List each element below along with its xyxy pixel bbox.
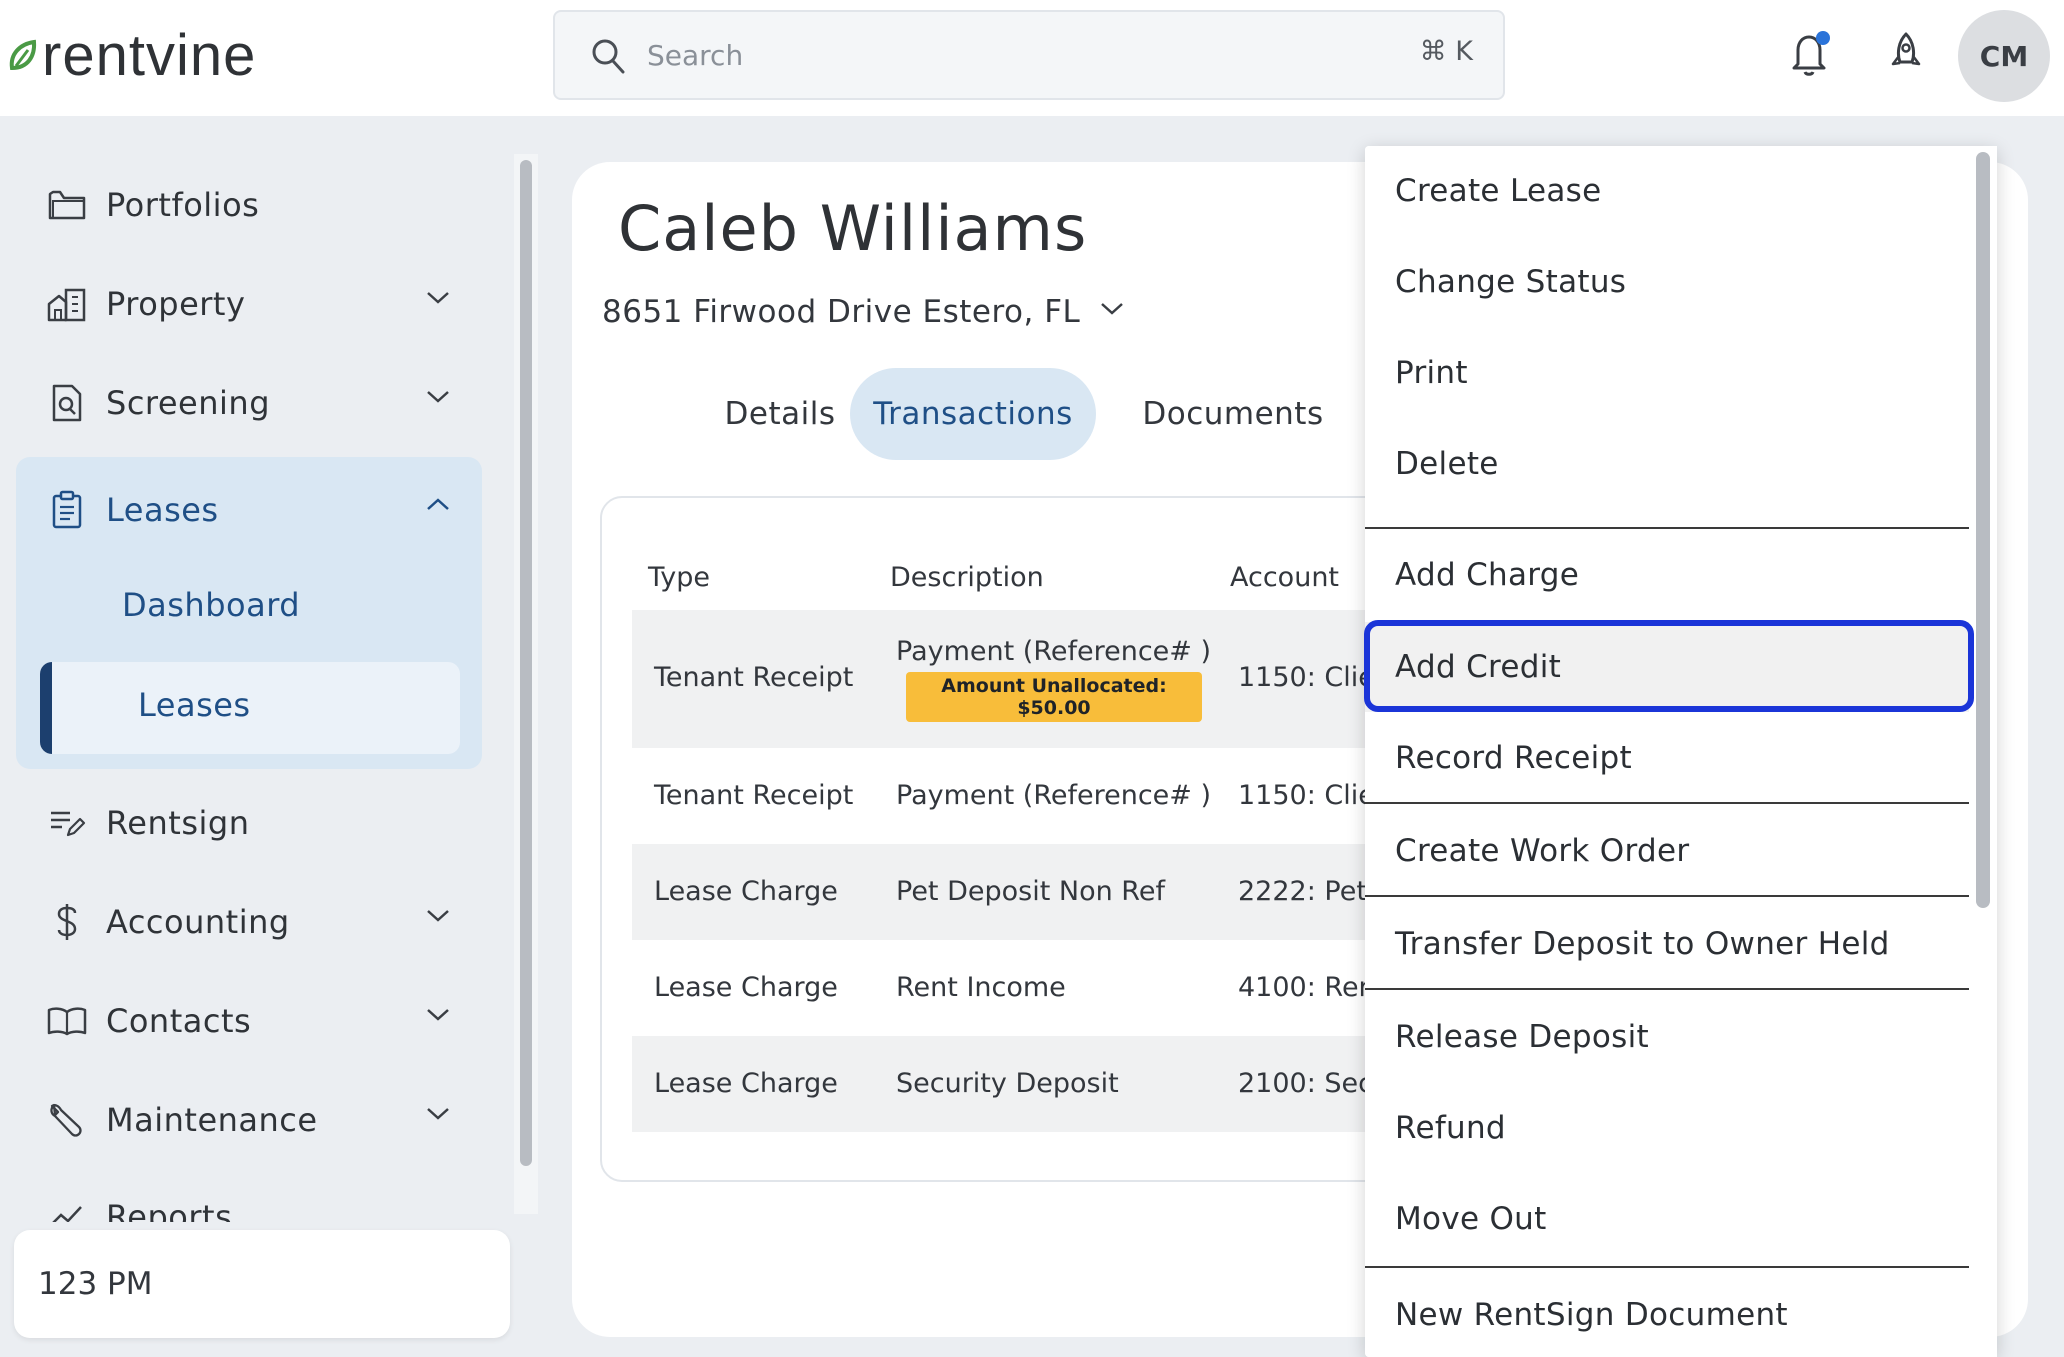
signature-icon [44,800,90,846]
leaf-icon [8,38,38,74]
page-title: Caleb Williams [618,192,1088,265]
cell-description: Security Deposit [896,1068,1119,1099]
menu-divider [1365,802,1969,804]
menu-item-change-status[interactable]: Change Status [1365,237,1969,327]
badge-label: Amount Unallocated: [941,675,1167,697]
property-address[interactable]: 8651 Firwood Drive Estero, FL [602,294,1080,330]
menu-divider [1365,1266,1969,1268]
menu-item-refund[interactable]: Refund [1365,1083,1969,1173]
cell-description: Pet Deposit Non Ref [896,876,1165,907]
chevron-up-icon [426,497,450,511]
menu-divider [1365,988,1969,990]
sidebar-item-screening[interactable]: Screening [44,368,464,438]
column-header-description[interactable]: Description [890,562,1044,593]
chevron-down-icon [426,1107,450,1121]
document-search-icon [44,380,90,426]
avatar[interactable]: CM [1958,10,2050,102]
chevron-down-icon [426,1008,450,1022]
menu-item-add-charge[interactable]: Add Charge [1365,530,1969,620]
cell-account: 4100: Rent [1238,972,1387,1003]
folder-icon [44,182,90,228]
building-icon [44,281,90,327]
status-badge: Amount Unallocated: $50.00 [906,672,1202,722]
menu-item-create-lease[interactable]: Create Lease [1365,146,1969,236]
notification-dot [1816,31,1830,45]
menu-divider [1365,527,1969,529]
focus-highlight [1364,620,1974,712]
book-icon [44,998,90,1044]
chevron-down-icon [426,909,450,923]
menu-item-new-rentsign-document[interactable]: New RentSign Document [1365,1270,1969,1357]
search-icon [591,38,625,74]
sidebar-item-accounting[interactable]: Accounting [44,887,464,957]
menu-item-record-receipt[interactable]: Record Receipt [1365,713,1969,803]
sidebar-item-rentsign[interactable]: Rentsign [44,788,464,858]
sidebar-subitem-leases[interactable]: Leases [40,662,460,754]
tab-documents[interactable]: Documents [1102,368,1364,460]
sidebar-item-label: Portfolios [106,186,260,224]
column-header-account[interactable]: Account [1230,562,1339,593]
sidebar-subitem-dashboard[interactable]: Dashboard [122,586,300,624]
search-bar[interactable]: ⌘ K [553,10,1505,100]
sidebar-item-label: Rentsign [106,804,250,842]
menu-divider [1365,895,1969,897]
sidebar-item-label: Accounting [106,903,290,941]
tab-details[interactable]: Details [682,368,878,460]
active-indicator [40,662,52,754]
sidebar: Portfolios Property Screening Leases Das… [0,116,538,1357]
search-input[interactable] [647,32,1347,78]
sidebar-subitem-label: Leases [138,686,251,724]
sidebar-scrollbar-thumb[interactable] [520,160,532,1166]
chevron-down-icon [426,390,450,404]
sidebar-item-contacts[interactable]: Contacts [44,986,464,1056]
actions-dropdown-menu: Create Lease Change Status Print Delete … [1365,146,1997,1357]
menu-item-transfer-deposit[interactable]: Transfer Deposit to Owner Held [1365,899,1969,989]
sidebar-item-property[interactable]: Property [44,269,464,339]
cell-description: Rent Income [896,972,1066,1003]
menu-item-release-deposit[interactable]: Release Deposit [1365,992,1969,1082]
cell-description: Payment (Reference# ) [896,636,1212,667]
column-header-type[interactable]: Type [648,562,710,593]
dollar-icon [44,899,90,945]
cell-type: Lease Charge [654,1068,838,1099]
cell-type: Lease Charge [654,876,838,907]
bell-icon[interactable] [1790,30,1830,78]
badge-amount: $50.00 [1017,697,1091,719]
menu-item-delete[interactable]: Delete [1365,419,1969,509]
sidebar-item-label: Property [106,285,246,323]
top-bar: rentvine ⌘ K CM [0,0,2064,116]
sidebar-item-label: Contacts [106,1002,252,1040]
menu-scrollbar-thumb[interactable] [1976,152,1990,908]
menu-item-create-work-order[interactable]: Create Work Order [1365,806,1969,896]
cell-type: Lease Charge [654,972,838,1003]
cell-type: Tenant Receipt [654,780,854,811]
menu-item-move-out[interactable]: Move Out [1365,1174,1969,1264]
rocket-icon[interactable] [1888,30,1924,74]
sidebar-item-label: Screening [106,384,270,422]
sidebar-item-label: Reports [106,1198,233,1222]
search-shortcut-hint: ⌘ K [1419,36,1473,67]
sidebar-item-label: Leases [106,491,219,529]
wrench-icon [44,1097,90,1143]
chevron-down-icon[interactable] [1100,302,1124,316]
tab-transactions[interactable]: Transactions [850,368,1096,460]
chart-icon [44,1199,90,1222]
portfolio-selector[interactable]: 123 PM [14,1230,510,1338]
sidebar-item-portfolios[interactable]: Portfolios [44,170,464,240]
sidebar-item-leases[interactable]: Leases [44,475,464,545]
menu-item-print[interactable]: Print [1365,328,1969,418]
sidebar-item-reports[interactable]: Reports [44,1192,464,1222]
rentvine-logo[interactable]: rentvine [8,26,256,86]
logo-text: rentvine [42,23,257,88]
cell-description: Payment (Reference# ) [896,780,1212,811]
chevron-down-icon [426,291,450,305]
cell-type: Tenant Receipt [654,662,854,693]
sidebar-item-maintenance[interactable]: Maintenance [44,1085,464,1155]
clipboard-icon [44,487,90,533]
sidebar-item-label: Maintenance [106,1101,318,1139]
